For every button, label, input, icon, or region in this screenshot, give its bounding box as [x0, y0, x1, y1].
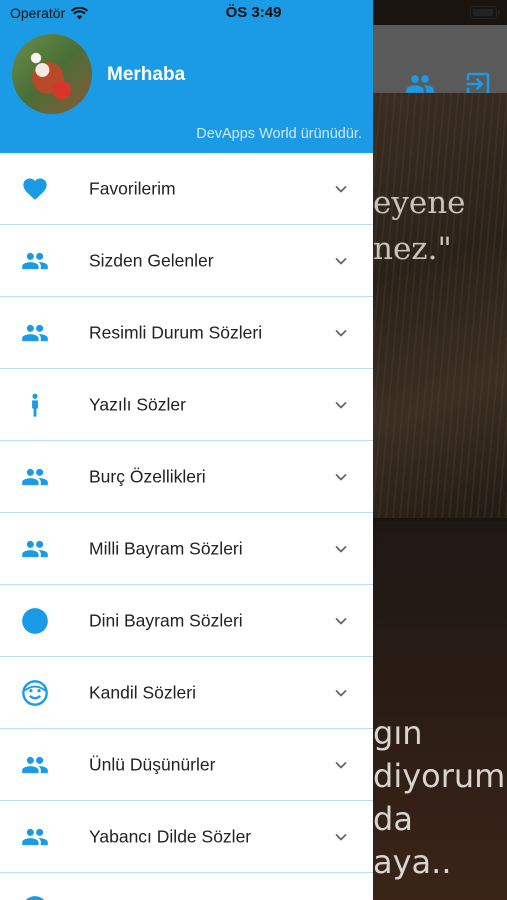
menu-item-yabanci-dilde-sozler[interactable]: Yabancı Dilde Sözler [0, 801, 373, 873]
avatar [12, 34, 92, 114]
menu-item-favorilerim[interactable]: Favorilerim [0, 153, 373, 225]
circle-icon [21, 895, 49, 900]
chevron-down-icon[interactable] [333, 541, 349, 557]
face-icon [21, 679, 49, 707]
menu-item-unlu-dusunurler[interactable]: Ünlü Düşünürler [0, 729, 373, 801]
quote-text: gın diyorum da aya.. [373, 714, 506, 881]
menu-item-milli-bayram-sozleri[interactable]: Milli Bayram Sözleri [0, 513, 373, 585]
subtitle-text: DevApps World ürünüdür. [196, 126, 362, 142]
heart-icon [21, 175, 49, 203]
chevron-down-icon[interactable] [333, 613, 349, 629]
drawer-menu: Favorilerim Sizden Gelenler Resimli Duru… [0, 153, 373, 900]
menu-item-sizden-gelenler[interactable]: Sizden Gelenler [0, 225, 373, 297]
menu-item-label: Kandil Sözleri [89, 682, 196, 702]
menu-item-yazili-sozler[interactable]: Yazılı Sözler [0, 369, 373, 441]
people-icon [21, 751, 49, 779]
menu-item-label: Dini Bayram Sözleri [89, 610, 243, 630]
chevron-down-icon[interactable] [333, 181, 349, 197]
chevron-down-icon[interactable] [333, 325, 349, 341]
menu-item-label: Yazılı Sözler [89, 394, 186, 414]
menu-item-label: Ünlü Düşünürler [89, 754, 216, 774]
menu-item-label: Yabancı Dilde Sözler [89, 826, 252, 846]
people-icon [21, 247, 49, 275]
person-icon [21, 391, 49, 419]
menu-item-label: Favorilerim [89, 178, 176, 198]
quote-text: eyene nez." [373, 185, 466, 267]
chevron-down-icon[interactable] [333, 757, 349, 773]
menu-item-partial[interactable] [0, 873, 373, 900]
people-icon [21, 319, 49, 347]
chevron-down-icon[interactable] [333, 469, 349, 485]
greeting-text: Merhaba [107, 64, 186, 85]
menu-item-label: Resimli Durum Sözleri [89, 322, 263, 342]
navigation-drawer: Merhaba DevApps World ürünüdür. Favorile… [0, 0, 373, 900]
menu-item-label: Milli Bayram Sözleri [89, 538, 243, 558]
status-time: ÖS 3:49 [225, 4, 282, 21]
menu-item-label: Burç Özellikleri [89, 466, 206, 486]
circle-icon [21, 607, 49, 635]
chevron-down-icon[interactable] [333, 685, 349, 701]
menu-item-dini-bayram-sozleri[interactable]: Dini Bayram Sözleri [0, 585, 373, 657]
menu-item-burc-ozellikleri[interactable]: Burç Özellikleri [0, 441, 373, 513]
people-icon [21, 535, 49, 563]
quote-image-card[interactable] [373, 93, 507, 518]
status-bar: Operatör ÖS 3:49 [0, 0, 507, 25]
menu-item-kandil-sozleri[interactable]: Kandil Sözleri [0, 657, 373, 729]
battery-icon [470, 6, 500, 19]
people-icon [21, 823, 49, 851]
menu-item-label: Sizden Gelenler [89, 250, 214, 270]
chevron-down-icon[interactable] [333, 253, 349, 269]
people-icon [21, 463, 49, 491]
menu-item-resimli-durum-sozleri[interactable]: Resimli Durum Sözleri [0, 297, 373, 369]
chevron-down-icon[interactable] [333, 397, 349, 413]
chevron-down-icon[interactable] [333, 829, 349, 845]
